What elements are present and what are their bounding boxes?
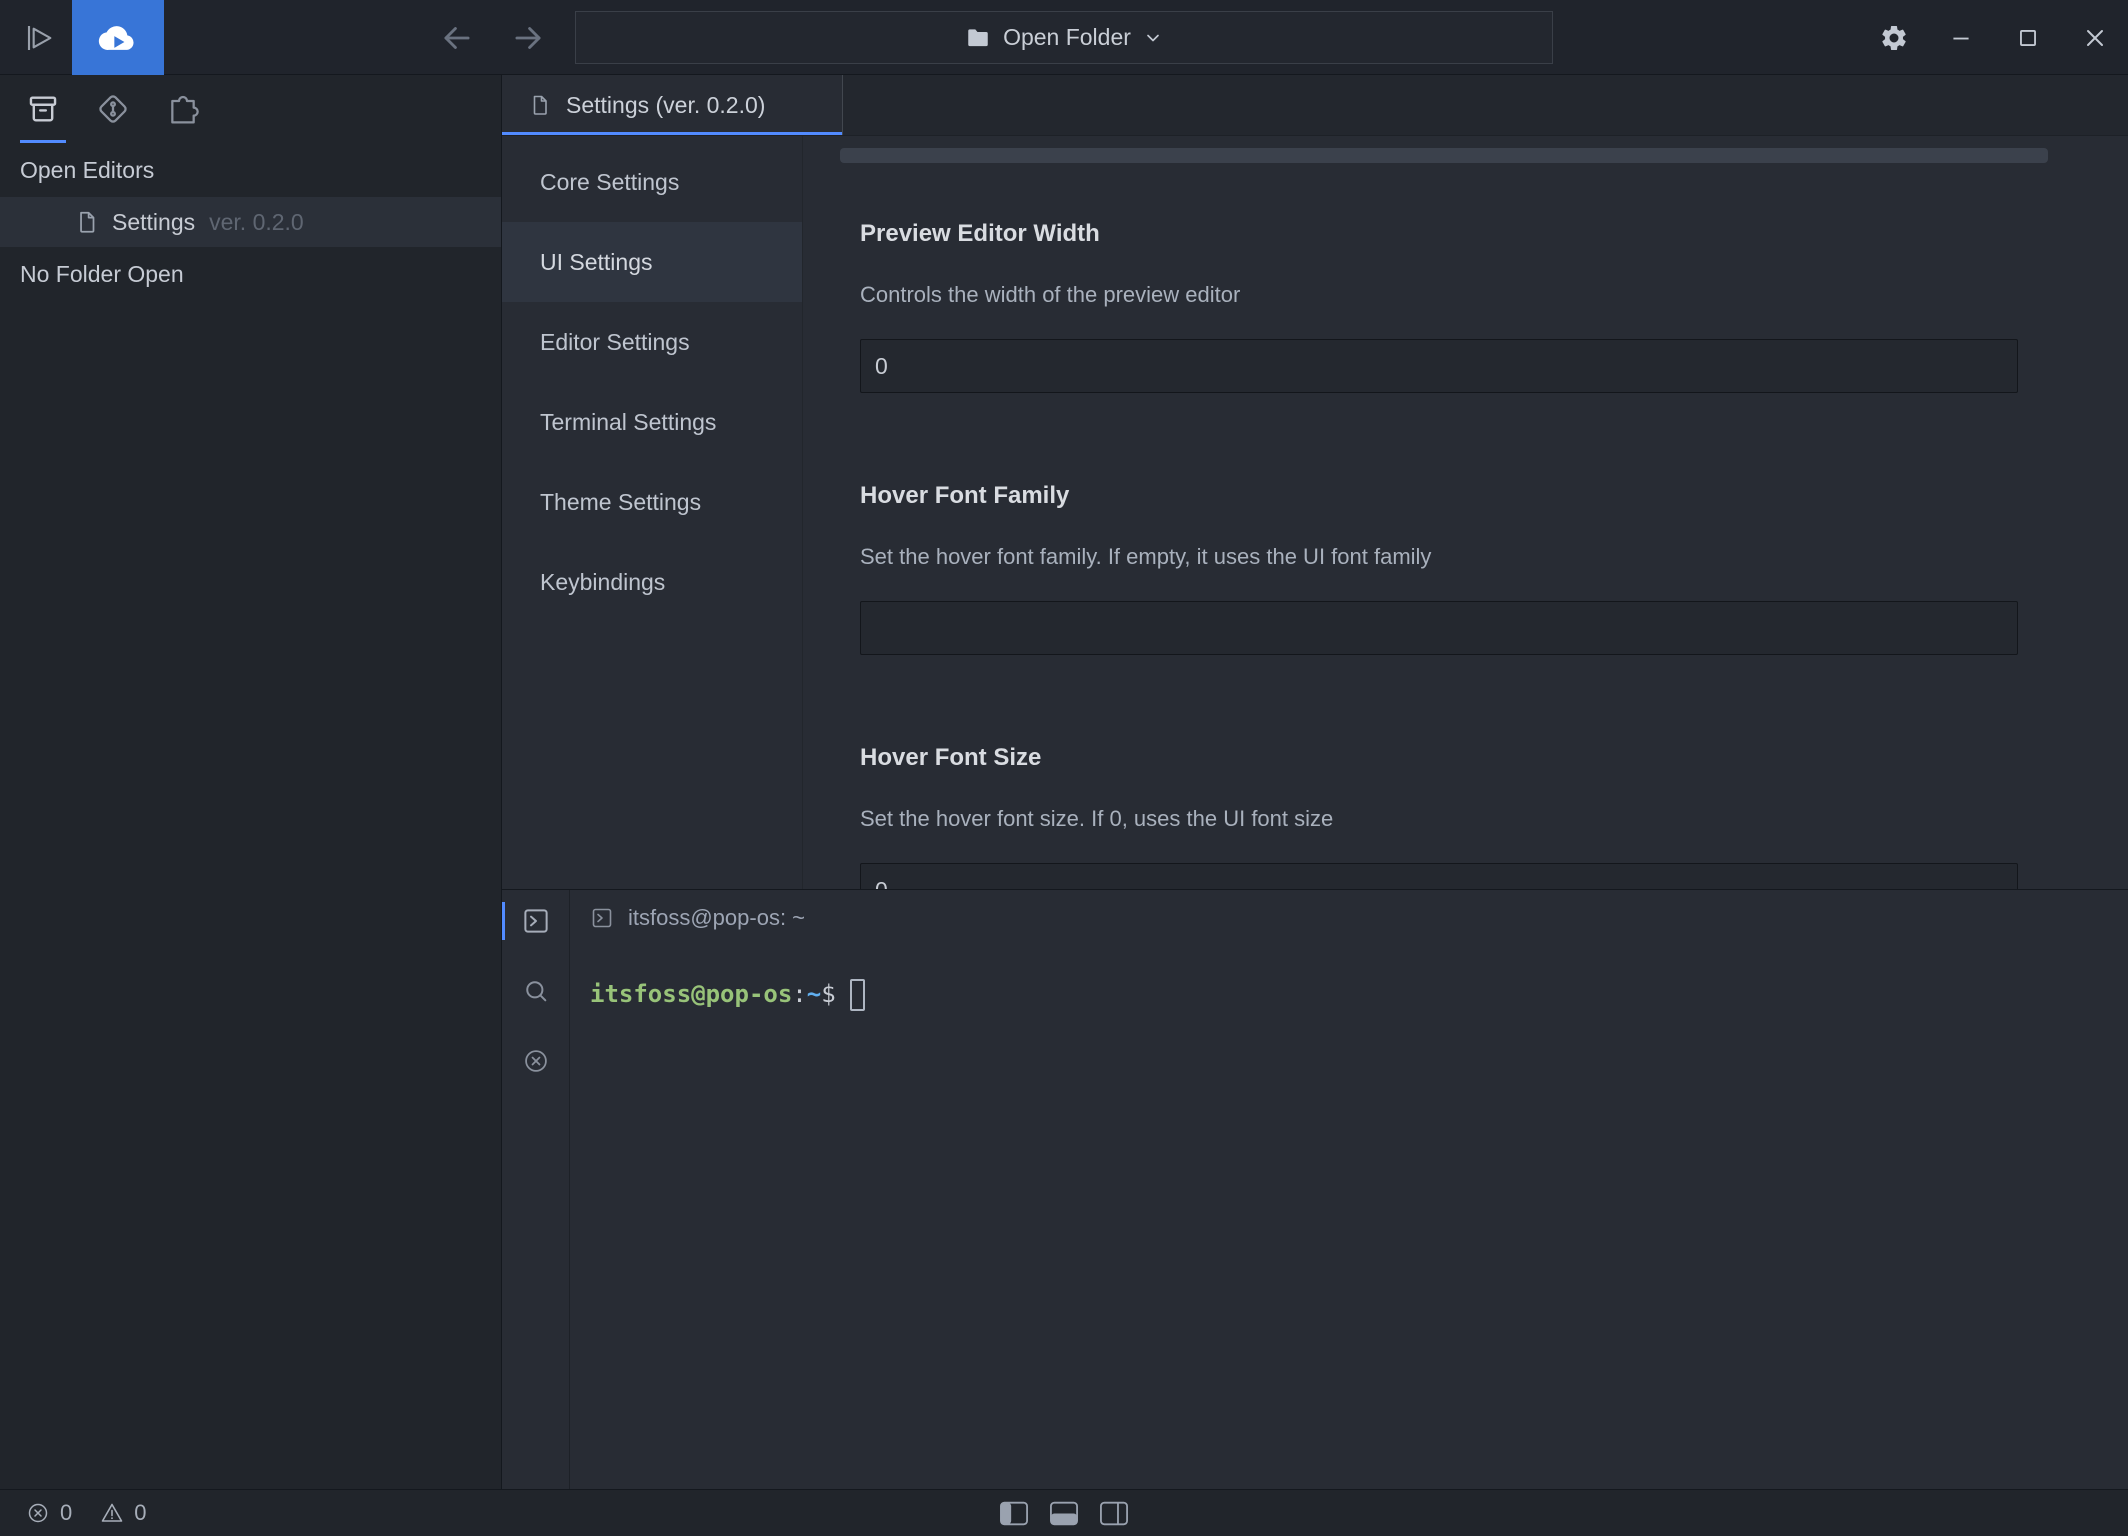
toggle-left-panel-icon[interactable] — [999, 1501, 1029, 1526]
git-icon — [96, 92, 130, 126]
warnings-icon — [100, 1501, 124, 1525]
tab-settings[interactable]: Settings (ver. 0.2.0) — [502, 75, 842, 135]
open-editors-label: Open Editors — [20, 157, 154, 184]
open-editors-header[interactable]: Open Editors — [0, 143, 501, 197]
editor-item-version: ver. 0.2.0 — [209, 209, 304, 236]
settings-nav-ui[interactable]: UI Settings — [502, 222, 802, 302]
arrow-left-icon — [438, 19, 476, 57]
errors-icon — [26, 1501, 50, 1525]
sidebar-tab-source-control[interactable] — [78, 75, 148, 143]
open-folder-dropdown[interactable]: Open Folder — [575, 11, 1553, 64]
preview-editor-width-input[interactable] — [860, 339, 2018, 393]
terminal-tab[interactable]: itsfoss@pop-os: ~ — [590, 905, 805, 931]
setting-description: Set the hover font size. If 0, uses the … — [860, 805, 2018, 833]
settings-nav-keybindings[interactable]: Keybindings — [502, 542, 802, 622]
panel-tab-terminal[interactable] — [502, 900, 569, 942]
cloud-play-icon — [96, 16, 140, 60]
problems-summary[interactable]: 0 0 — [0, 1500, 147, 1526]
minimize-button[interactable] — [1927, 0, 1994, 75]
panel-icon-strip — [502, 890, 570, 1489]
prompt-user-host: itsfoss@pop-os — [590, 980, 792, 1008]
sidebar-tab-extensions[interactable] — [148, 75, 218, 143]
setting-title: Hover Font Size — [860, 743, 2018, 773]
toggle-bottom-panel-icon[interactable] — [1049, 1501, 1079, 1526]
open-folder-label: Open Folder — [1003, 24, 1131, 51]
hover-font-size-input[interactable] — [860, 863, 2018, 889]
editor-tabbar: Settings (ver. 0.2.0) — [502, 75, 2128, 136]
left-sidebar: Open Editors Settings ver. 0.2.0 No Fold… — [0, 75, 502, 1489]
setting-description: Controls the width of the preview editor — [860, 281, 2018, 309]
statusbar: 0 0 — [0, 1489, 2128, 1536]
terminal-panel: itsfoss@pop-os: ~ itsfoss@pop-os:~$ — [502, 889, 2128, 1489]
tab-settings-label: Settings (ver. 0.2.0) — [566, 92, 765, 119]
terminal-icon — [590, 906, 614, 930]
panel-tab-search[interactable] — [502, 970, 569, 1012]
terminal-prompt-line: itsfoss@pop-os:~$ — [590, 974, 2128, 1014]
no-folder-header[interactable]: No Folder Open — [0, 247, 501, 301]
puzzle-icon — [167, 93, 199, 125]
open-editor-item-settings[interactable]: Settings ver. 0.2.0 — [0, 197, 501, 247]
files-icon — [26, 92, 60, 126]
error-count: 0 — [60, 1500, 72, 1526]
minimize-icon — [1948, 25, 1974, 51]
content-scrollbar[interactable] — [840, 148, 2048, 163]
back-button[interactable] — [433, 0, 481, 75]
app-logo-icon — [18, 0, 60, 75]
panel-toggles — [999, 1490, 1129, 1536]
settings-page: Core Settings UI Settings Editor Setting… — [502, 136, 2128, 889]
app-window: Open Folder — [0, 0, 2128, 1536]
hover-font-family-input[interactable] — [860, 601, 2018, 655]
terminal-cursor — [850, 979, 865, 1011]
settings-nav-theme[interactable]: Theme Settings — [502, 462, 802, 542]
editor-area: Settings (ver. 0.2.0) Core Settings UI S… — [502, 75, 2128, 889]
terminal-icon — [521, 906, 551, 936]
maximize-icon — [2015, 25, 2041, 51]
sidebar-tab-file-explorer[interactable] — [8, 75, 78, 143]
gear-icon — [1879, 23, 1909, 53]
setting-preview-editor-width: Preview Editor Width Controls the width … — [860, 219, 2018, 393]
workspace-button[interactable] — [72, 0, 164, 75]
maximize-button[interactable] — [1994, 0, 2061, 75]
close-icon — [2081, 24, 2109, 52]
terminal-output[interactable]: itsfoss@pop-os:~$ — [570, 946, 2128, 1489]
editor-item-name: Settings — [112, 209, 195, 236]
folder-icon — [965, 25, 991, 51]
close-button[interactable] — [2061, 0, 2128, 75]
file-icon — [528, 93, 552, 117]
forward-button[interactable] — [504, 0, 552, 75]
prompt-path: ~ — [807, 980, 821, 1008]
settings-gear-button[interactable] — [1860, 0, 1927, 75]
titlebar: Open Folder — [0, 0, 2128, 75]
panel-tab-problems[interactable] — [502, 1040, 569, 1082]
terminal-tab-label: itsfoss@pop-os: ~ — [628, 905, 805, 931]
prompt-colon: : — [792, 980, 806, 1008]
setting-title: Preview Editor Width — [860, 219, 2018, 249]
terminal-main: itsfoss@pop-os: ~ itsfoss@pop-os:~$ — [570, 890, 2128, 1489]
setting-description: Set the hover font family. If empty, it … — [860, 543, 2018, 571]
close-circle-icon — [522, 1047, 550, 1075]
settings-nav-editor[interactable]: Editor Settings — [502, 302, 802, 382]
tab-separator — [842, 75, 843, 135]
setting-title: Hover Font Family — [860, 481, 2018, 511]
settings-nav: Core Settings UI Settings Editor Setting… — [502, 136, 803, 889]
toggle-right-panel-icon[interactable] — [1099, 1501, 1129, 1526]
search-icon — [522, 977, 550, 1005]
no-folder-label: No Folder Open — [20, 261, 184, 288]
settings-content: Preview Editor Width Controls the width … — [803, 136, 2128, 889]
warning-count: 0 — [134, 1500, 146, 1526]
terminal-tabbar: itsfoss@pop-os: ~ — [570, 890, 2128, 946]
setting-hover-font-size: Hover Font Size Set the hover font size.… — [860, 743, 2018, 889]
sidebar-tabbar — [0, 75, 501, 143]
file-icon — [74, 209, 100, 235]
setting-hover-font-family: Hover Font Family Set the hover font fam… — [860, 481, 2018, 655]
chevron-down-icon — [1143, 28, 1163, 48]
settings-nav-core[interactable]: Core Settings — [502, 142, 802, 222]
settings-nav-terminal[interactable]: Terminal Settings — [502, 382, 802, 462]
arrow-right-icon — [509, 19, 547, 57]
prompt-symbol: $ — [821, 980, 835, 1008]
